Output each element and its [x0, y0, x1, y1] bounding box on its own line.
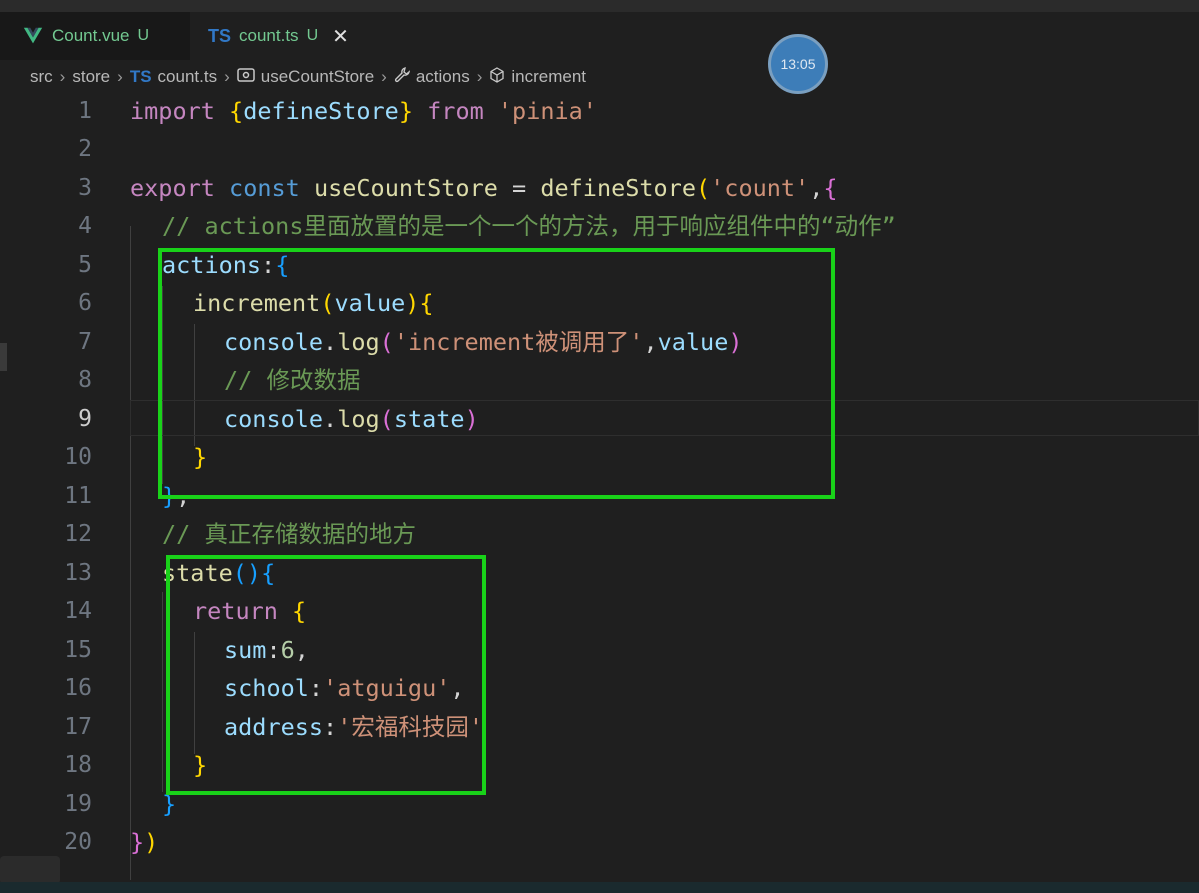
- chevron-right-icon: ›: [117, 67, 123, 86]
- method-cube-icon: [489, 66, 505, 88]
- line-number: 9: [78, 406, 92, 432]
- line-number: 11: [64, 483, 92, 509]
- comment: // actions里面放置的是一个一个的方法，用于响应组件中的“动作”: [162, 212, 896, 240]
- line-number: 12: [64, 521, 92, 547]
- variable-icon: [237, 67, 255, 87]
- actions-highlight-box: [158, 248, 835, 499]
- line-number: 15: [64, 637, 92, 663]
- code-line: 20 }): [0, 823, 1199, 861]
- line-number: 10: [64, 444, 92, 470]
- line-number: 18: [64, 752, 92, 778]
- state-highlight-box: [166, 555, 486, 795]
- ts-icon: TS: [129, 67, 152, 86]
- ts-icon: TS: [208, 25, 232, 46]
- status-bar: [0, 882, 1199, 893]
- code-editor[interactable]: 1 import {defineStore} from 'pinia' 2 3 …: [0, 92, 1199, 882]
- breadcrumb-item-increment[interactable]: increment: [511, 67, 586, 87]
- code-line: 4 // actions里面放置的是一个一个的方法，用于响应组件中的“动作”: [0, 207, 1199, 245]
- line-code: import {defineStore} from 'pinia': [130, 97, 597, 125]
- line-number: 16: [64, 675, 92, 701]
- line-number: 2: [78, 136, 92, 162]
- line-number: 3: [78, 175, 92, 201]
- untracked-badge: U: [306, 27, 319, 44]
- untracked-badge: U: [137, 27, 150, 44]
- breadcrumb-item-file[interactable]: count.ts: [158, 67, 218, 87]
- code-line: 1 import {defineStore} from 'pinia': [0, 92, 1199, 130]
- line-number: 19: [64, 791, 92, 817]
- line-number: 4: [78, 213, 92, 239]
- line-number: 5: [78, 252, 92, 278]
- line-number: 6: [78, 290, 92, 316]
- breadcrumb-item-store-fn[interactable]: useCountStore: [261, 67, 374, 87]
- tab-count-vue[interactable]: Count.vue U: [0, 12, 190, 60]
- vue-icon: [22, 25, 44, 47]
- breadcrumb-item-store[interactable]: store: [72, 67, 110, 87]
- breadcrumb-item-src[interactable]: src: [30, 67, 53, 87]
- comment: // 真正存储数据的地方: [162, 520, 416, 548]
- breadcrumb-item-actions[interactable]: actions: [416, 67, 470, 87]
- line-number: 17: [64, 714, 92, 740]
- line-number: 1: [78, 98, 92, 124]
- recording-clock-badge: 13:05: [768, 34, 828, 94]
- line-number: 14: [64, 598, 92, 624]
- close-icon[interactable]: ✕: [332, 24, 349, 49]
- window-top-strip: [0, 0, 1199, 12]
- tab-filename: count.ts: [239, 26, 299, 45]
- tab-filename: Count.vue: [52, 26, 130, 45]
- line-code: }): [130, 828, 159, 856]
- chevron-right-icon: ›: [224, 67, 230, 86]
- chevron-right-icon: ›: [476, 67, 483, 86]
- breadcrumb: src › store › TS count.ts › useCountStor…: [30, 64, 586, 90]
- line-number: 13: [64, 560, 92, 586]
- code-line: 3 export const useCountStore = defineSto…: [0, 169, 1199, 207]
- chevron-right-icon: ›: [59, 67, 66, 86]
- tab-count-ts[interactable]: TS count.ts U ✕: [190, 12, 366, 60]
- line-code: export const useCountStore = defineStore…: [130, 174, 838, 202]
- line-number: 8: [78, 367, 92, 393]
- line-number: 7: [78, 329, 92, 355]
- overlay-control: [0, 856, 60, 884]
- code-line: 12 // 真正存储数据的地方: [0, 515, 1199, 553]
- editor-tab-bar: Count.vue U TS count.ts U ✕: [0, 12, 1199, 60]
- wrench-icon: [394, 66, 410, 88]
- code-line: 2: [0, 130, 1199, 168]
- chevron-right-icon: ›: [381, 67, 387, 86]
